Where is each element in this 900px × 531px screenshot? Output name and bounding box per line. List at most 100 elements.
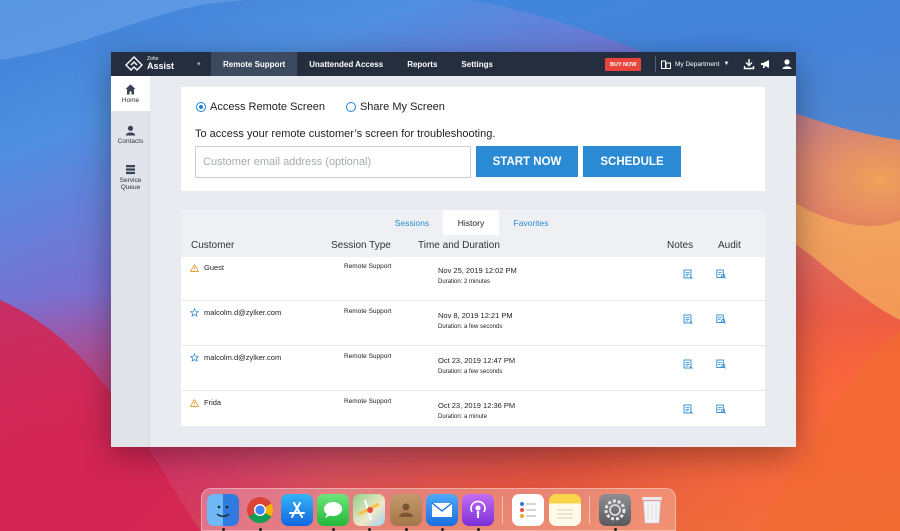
- notes-icon[interactable]: [683, 314, 693, 324]
- assist-logo-icon: [125, 56, 143, 71]
- department-selector[interactable]: My Department ▼: [661, 52, 729, 76]
- dock-divider: [589, 496, 590, 524]
- tab-reports[interactable]: Reports: [395, 52, 449, 76]
- table-row[interactable]: malcolm.d@zylker.com Remote Support Oct …: [181, 347, 765, 391]
- chevron-down-icon: ▼: [723, 61, 730, 67]
- department-label: My Department: [675, 60, 720, 68]
- app-store-icon[interactable]: [281, 494, 313, 526]
- column-header-session-type: Session Type: [331, 240, 391, 251]
- tab-unattended-access[interactable]: Unattended Access: [297, 52, 395, 76]
- tab-remote-support[interactable]: Remote Support: [211, 52, 298, 76]
- column-header-time-duration: Time and Duration: [418, 240, 500, 251]
- sidebar: Home Contacts Service Queue: [111, 76, 150, 447]
- tab-settings[interactable]: Settings: [449, 52, 505, 76]
- remote-support-card: Access Remote Screen Share My Screen To …: [181, 87, 765, 191]
- home-icon: [125, 84, 136, 95]
- trash-icon[interactable]: [636, 494, 668, 526]
- queue-icon: [126, 164, 135, 174]
- start-now-button[interactable]: START NOW: [476, 146, 578, 177]
- radio-unselected-icon: [345, 102, 356, 112]
- session-duration: Duration: 2 minutes: [438, 279, 491, 285]
- notes-icon[interactable]: [683, 359, 693, 369]
- contacts-app-icon[interactable]: [390, 494, 422, 526]
- sidebar-item-service-queue[interactable]: Service Queue: [111, 152, 150, 199]
- session-datetime: Oct 23, 2019 12:47 PM: [438, 356, 516, 365]
- sidebar-item-label: Service Queue: [119, 176, 142, 192]
- audit-icon[interactable]: [716, 269, 726, 279]
- dock-divider: [502, 496, 503, 524]
- customer-cell: Frida: [190, 398, 221, 407]
- session-type: Remote Support: [344, 308, 392, 315]
- contacts-icon: [125, 125, 136, 136]
- remote-description: To access your remote customer’s screen …: [195, 128, 496, 140]
- macos-dock: [201, 488, 676, 531]
- session-history-card: Sessions History Favorites Customer Sess…: [181, 210, 765, 426]
- customer-name: Frida: [204, 398, 222, 407]
- top-navigation-bar: Zoho Assist ▾ Remote Support Unattended …: [111, 52, 796, 76]
- maps-icon[interactable]: [353, 494, 385, 526]
- mail-icon[interactable]: [426, 494, 458, 526]
- customer-name: malcolm.d@zylker.com: [204, 308, 282, 317]
- notes-icon[interactable]: [683, 269, 693, 279]
- audit-icon[interactable]: [716, 314, 726, 324]
- session-type: Remote Support: [344, 398, 392, 405]
- topbar-divider: [655, 56, 656, 72]
- session-duration: Duration: a minute: [438, 414, 488, 420]
- logo-brand-name: Assist: [147, 61, 175, 71]
- table-row[interactable]: Frida Remote Support Oct 23, 2019 12:36 …: [181, 392, 765, 436]
- tab-favorites[interactable]: Favorites: [503, 210, 559, 235]
- session-duration: Duration: a few seconds: [438, 324, 503, 330]
- building-icon: [661, 60, 671, 69]
- messages-icon[interactable]: [317, 494, 349, 526]
- zoho-assist-window: Zoho Assist ▾ Remote Support Unattended …: [111, 52, 796, 447]
- star-icon[interactable]: [190, 353, 199, 362]
- buy-now-button[interactable]: BUY NOW: [605, 58, 642, 71]
- table-row[interactable]: Guest Remote Support Nov 25, 2019 12:02 …: [181, 257, 765, 301]
- schedule-button[interactable]: SCHEDULE: [583, 146, 681, 177]
- mode-radio-group: Access Remote Screen Share My Screen: [196, 101, 445, 113]
- user-icon[interactable]: [781, 58, 793, 70]
- session-datetime: Oct 23, 2019 12:36 PM: [438, 401, 516, 410]
- customer-cell: malcolm.d@zylker.com: [190, 308, 281, 317]
- column-header-audit: Audit: [718, 240, 741, 251]
- session-type: Remote Support: [344, 263, 392, 270]
- podcasts-icon[interactable]: [462, 494, 494, 526]
- reminders-icon[interactable]: [512, 494, 544, 526]
- customer-cell: Guest: [190, 263, 224, 272]
- table-row[interactable]: malcolm.d@zylker.com Remote Support Nov …: [181, 302, 765, 346]
- session-duration: Duration: a few seconds: [438, 369, 503, 375]
- radio-selected-icon: [196, 102, 206, 112]
- tab-sessions[interactable]: Sessions: [386, 210, 438, 235]
- table-header: Customer Session Type Time and Duration …: [181, 235, 765, 257]
- system-preferences-icon[interactable]: [599, 494, 631, 526]
- radio-label: Share My Screen: [359, 101, 445, 113]
- download-icon[interactable]: [743, 58, 755, 70]
- finder-icon[interactable]: [207, 494, 239, 526]
- warning-icon: [190, 398, 199, 407]
- session-type: Remote Support: [344, 353, 392, 360]
- chrome-icon[interactable]: [244, 494, 276, 526]
- customer-name: Guest: [204, 263, 225, 272]
- audit-icon[interactable]: [716, 404, 726, 414]
- audit-icon[interactable]: [716, 359, 726, 369]
- sidebar-item-contacts[interactable]: Contacts: [111, 111, 150, 152]
- star-icon[interactable]: [190, 308, 199, 317]
- notes-icon[interactable]: [549, 494, 581, 526]
- access-remote-screen-radio[interactable]: Access Remote Screen: [196, 101, 325, 113]
- history-tabs: Sessions History Favorites: [181, 210, 765, 235]
- tab-history[interactable]: History: [443, 210, 499, 235]
- sidebar-item-label: Home: [121, 97, 140, 104]
- notes-icon[interactable]: [683, 404, 693, 414]
- chevron-down-icon[interactable]: ▾: [197, 60, 211, 68]
- app-logo[interactable]: Zoho Assist: [111, 52, 179, 76]
- customer-email-input[interactable]: [195, 146, 471, 178]
- column-header-customer: Customer: [191, 240, 235, 251]
- radio-label: Access Remote Screen: [210, 101, 325, 113]
- sidebar-item-label: Contacts: [117, 137, 144, 145]
- megaphone-icon[interactable]: [760, 58, 772, 70]
- share-my-screen-radio[interactable]: Share My Screen: [345, 101, 445, 113]
- customer-name: malcolm.d@zylker.com: [204, 353, 282, 362]
- sidebar-item-home[interactable]: Home: [111, 76, 150, 111]
- session-datetime: Nov 8, 2019 12:21 PM: [438, 311, 513, 320]
- column-header-notes: Notes: [667, 240, 694, 251]
